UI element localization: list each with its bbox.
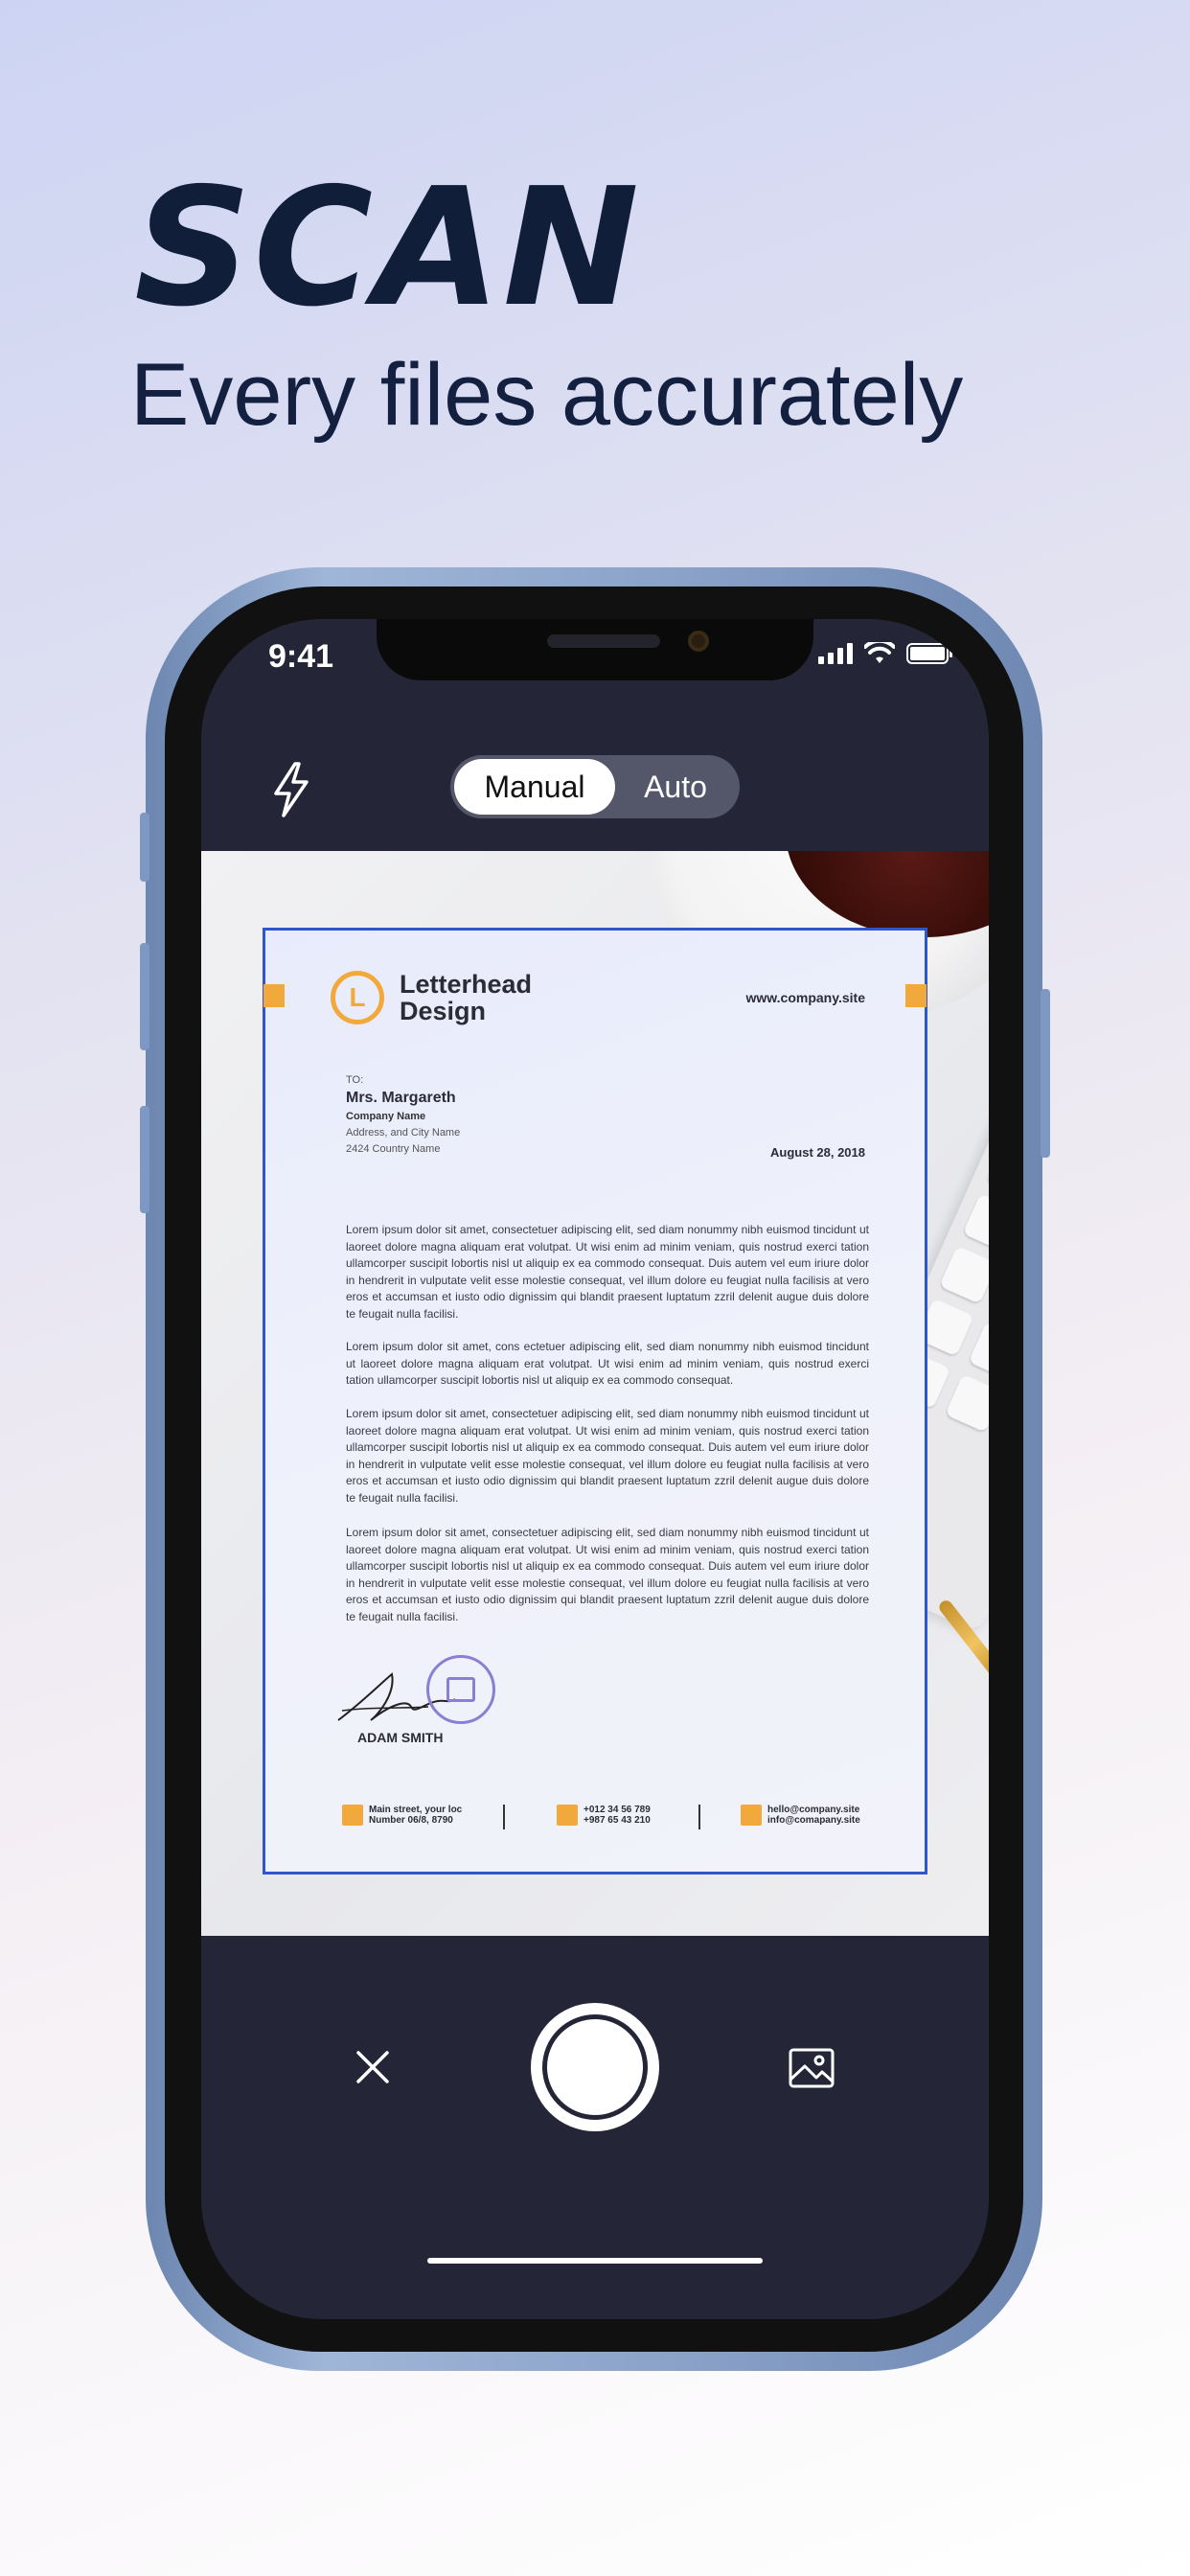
gallery-icon[interactable] — [788, 2047, 835, 2089]
volume-down-button — [140, 1106, 149, 1213]
status-time: 9:41 — [268, 638, 334, 675]
scanned-document: L Letterhead Design www.company.site TO:… — [263, 928, 927, 1874]
letterhead-logo: L — [331, 971, 384, 1024]
scan-mode-toggle[interactable]: Manual Auto — [450, 755, 740, 818]
letter-paragraph: Lorem ipsum dolor sit amet, consectetuer… — [346, 1407, 869, 1505]
footer-address-line2: Number 06/8, 8790 — [369, 1815, 453, 1826]
letter-date: August 28, 2018 — [770, 1145, 865, 1160]
recipient-company: Company Name — [346, 1111, 426, 1122]
letterhead-website: www.company.site — [745, 990, 865, 1005]
letter-paragraph: Lorem ipsum dolor sit amet, consectetuer… — [346, 1223, 869, 1321]
recipient-address1: Address, and City Name — [346, 1127, 461, 1138]
letter-paragraph: Lorem ipsum dolor sit amet, consectetuer… — [346, 1526, 869, 1623]
recipient-name: Mrs. Margareth — [346, 1090, 456, 1106]
battery-icon — [906, 643, 952, 664]
letterhead-title-line1: Letterhead — [400, 970, 533, 999]
promo-headline: SCAN — [134, 153, 642, 343]
front-camera-icon — [688, 631, 709, 652]
company-seal-icon — [426, 1655, 495, 1724]
phone-icon — [557, 1805, 578, 1826]
doc-corner-mark-left — [263, 984, 285, 1007]
footer-divider — [503, 1805, 505, 1829]
home-indicator[interactable] — [427, 2258, 763, 2264]
letter-paragraph: Lorem ipsum dolor sit amet, cons ectetue… — [346, 1340, 869, 1387]
shutter-button[interactable] — [531, 2003, 659, 2131]
letterhead-title-line2: Design — [400, 997, 487, 1025]
footer-divider — [698, 1805, 700, 1829]
footer-email-line2: info@comapany.site — [767, 1815, 860, 1826]
status-icons — [818, 642, 952, 665]
phone-screen: 9:41 Manual Auto L Letterhead Design www… — [201, 619, 989, 2319]
signer-name: ADAM SMITH — [357, 1730, 444, 1745]
footer-address: Main street, your loc Number 06/8, 8790 — [342, 1805, 462, 1826]
shutter-inner-ring — [542, 2014, 648, 2120]
cellular-signal-icon — [818, 643, 853, 664]
footer-phone-line1: +012 34 56 789 — [584, 1805, 651, 1815]
silent-switch — [140, 813, 149, 882]
to-label: TO: — [346, 1074, 364, 1086]
flash-icon[interactable] — [270, 761, 312, 818]
footer-email: hello@company.site info@comapany.site — [741, 1805, 860, 1826]
footer-email-line1: hello@company.site — [767, 1805, 860, 1815]
location-icon — [342, 1805, 363, 1826]
footer-address-line1: Main street, your loc — [369, 1805, 463, 1815]
wifi-icon — [864, 642, 895, 663]
mode-manual-option[interactable]: Manual — [454, 759, 615, 815]
speaker-grille — [547, 634, 660, 648]
footer-phone: +012 34 56 789 +987 65 43 210 — [557, 1805, 651, 1826]
camera-viewfinder[interactable]: L Letterhead Design www.company.site TO:… — [201, 851, 989, 1936]
promo-subheadline: Every files accurately — [130, 346, 964, 444]
recipient-address2: 2424 Country Name — [346, 1143, 441, 1155]
volume-up-button — [140, 943, 149, 1050]
close-icon[interactable] — [353, 2047, 393, 2087]
letterhead-title: Letterhead Design — [400, 971, 591, 1024]
footer-phone-line2: +987 65 43 210 — [584, 1815, 651, 1826]
power-button — [1041, 989, 1050, 1158]
notch — [377, 619, 813, 680]
mode-auto-option[interactable]: Auto — [615, 759, 736, 815]
doc-corner-mark-right — [905, 984, 927, 1007]
email-icon — [741, 1805, 762, 1826]
